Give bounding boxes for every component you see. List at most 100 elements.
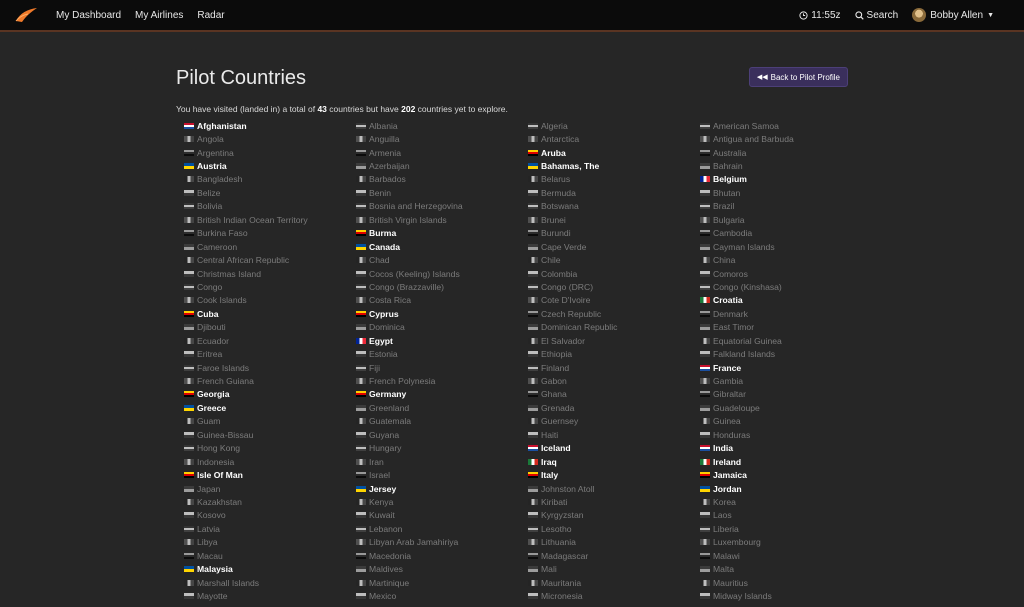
flag-icon [184, 458, 194, 465]
country-name: Cook Islands [197, 295, 247, 306]
backward-icon: ◀◀ [756, 74, 768, 81]
country-name: Mali [541, 564, 557, 575]
country-name: El Salvador [541, 335, 585, 346]
country-item: Jordan [692, 482, 864, 495]
country-name: Bulgaria [713, 214, 745, 225]
country-column: Albania Anguilla Armenia Azerbaijan Barbados… [348, 119, 520, 603]
country-item: Bhutan [692, 186, 864, 199]
flag-icon [184, 445, 194, 452]
flag-icon [356, 566, 366, 573]
country-name: Bermuda [541, 187, 576, 198]
country-name: Guinea-Bissau [197, 429, 254, 440]
flag-icon [700, 378, 710, 385]
country-name: Jersey [369, 483, 397, 494]
country-item: Brunei [520, 213, 692, 226]
flag-icon [700, 149, 710, 156]
country-name: Comoros [713, 268, 748, 279]
flag-icon [356, 552, 366, 559]
country-item: Greenland [348, 401, 520, 414]
back-to-pilot-profile-button[interactable]: ◀◀ Back to Pilot Profile [748, 67, 848, 87]
country-item: Kazakhstan [176, 495, 348, 508]
country-name: Azerbaijan [369, 161, 410, 172]
flag-icon [700, 337, 710, 344]
country-name: Cuba [197, 308, 219, 319]
flag-icon [528, 391, 538, 398]
country-column: Algeria Antarctica Aruba Bahamas, The Belaru… [520, 119, 692, 603]
country-item: Afghanistan [176, 119, 348, 132]
country-name: Bolivia [197, 201, 223, 212]
country-name: Lesotho [541, 523, 572, 534]
page-title: Pilot Countries [176, 67, 307, 89]
country-item: Iran [348, 455, 520, 468]
country-name: Luxembourg [713, 537, 761, 548]
nav-link-my-airlines[interactable]: My Airlines [135, 10, 183, 21]
country-item: Congo (Kinshasa) [692, 280, 864, 293]
country-name: Guernsey [541, 416, 579, 427]
country-name: Eritrea [197, 349, 223, 360]
app-logo-icon[interactable] [14, 7, 38, 23]
flag-icon [184, 404, 194, 411]
country-name: Albania [369, 120, 398, 131]
country-name: Czech Republic [541, 308, 602, 319]
country-item: Cocos (Keeling) Islands [348, 267, 520, 280]
country-name: Antarctica [541, 134, 580, 145]
flag-icon [700, 310, 710, 317]
flag-icon [184, 579, 194, 586]
country-item: Bahamas, The [520, 159, 692, 172]
country-name: Mauritania [541, 577, 582, 588]
flag-icon [528, 189, 538, 196]
main-content: Pilot Countries ◀◀ Back to Pilot Profile… [176, 62, 848, 603]
country-item: Macau [176, 549, 348, 562]
country-name: Grenada [541, 402, 575, 413]
country-item: Malawi [692, 549, 864, 562]
country-item: Cuba [176, 307, 348, 320]
country-name: Kuwait [369, 510, 395, 521]
country-name: Bangladesh [197, 174, 243, 185]
country-name: Jamaica [713, 470, 747, 481]
flag-icon [528, 552, 538, 559]
flag-icon [356, 351, 366, 358]
summary-prefix: You have visited (landed in) a total of [176, 104, 318, 114]
country-name: Canada [369, 241, 401, 252]
flag-icon [528, 203, 538, 210]
country-name: Congo (Brazzaville) [369, 281, 444, 292]
country-name: Italy [541, 470, 559, 481]
flag-icon [528, 310, 538, 317]
country-item: Johnston Atoll [520, 482, 692, 495]
flag-icon [184, 472, 194, 479]
country-item: Cote D'Ivoire [520, 294, 692, 307]
flag-icon [184, 310, 194, 317]
country-name: Bosnia and Herzegovina [369, 201, 463, 212]
flag-icon [184, 539, 194, 546]
country-item: Mayotte [176, 589, 348, 602]
flag-icon [528, 458, 538, 465]
nav-link-my-dashboard[interactable]: My Dashboard [56, 10, 121, 21]
flag-icon [184, 391, 194, 398]
country-item: French Guiana [176, 374, 348, 387]
country-item: Burundi [520, 227, 692, 240]
countries-grid: Afghanistan Angola Argentina Austria Banglad… [176, 119, 848, 603]
country-item: Belize [176, 186, 348, 199]
country-item: Congo (Brazzaville) [348, 280, 520, 293]
nav-link-radar[interactable]: Radar [197, 10, 224, 21]
flag-icon [528, 270, 538, 277]
country-item: Congo (DRC) [520, 280, 692, 293]
country-name: Kenya [369, 496, 394, 507]
search-link[interactable]: Search [854, 10, 898, 21]
country-item: Italy [520, 468, 692, 481]
flag-icon [528, 364, 538, 371]
country-item: Chad [348, 253, 520, 266]
country-item: Benin [348, 186, 520, 199]
country-name: Laos [713, 510, 732, 521]
country-item: Antarctica [520, 132, 692, 145]
user-menu[interactable]: Bobby Allen ▼ [912, 8, 994, 22]
country-name: Johnston Atoll [541, 483, 595, 494]
flag-icon [700, 498, 710, 505]
flag-icon [356, 176, 366, 183]
flag-icon [356, 149, 366, 156]
country-name: Micronesia [541, 591, 583, 602]
country-item: Midway Islands [692, 589, 864, 602]
country-name: Guyana [369, 429, 400, 440]
flag-icon [700, 270, 710, 277]
flag-icon [700, 579, 710, 586]
